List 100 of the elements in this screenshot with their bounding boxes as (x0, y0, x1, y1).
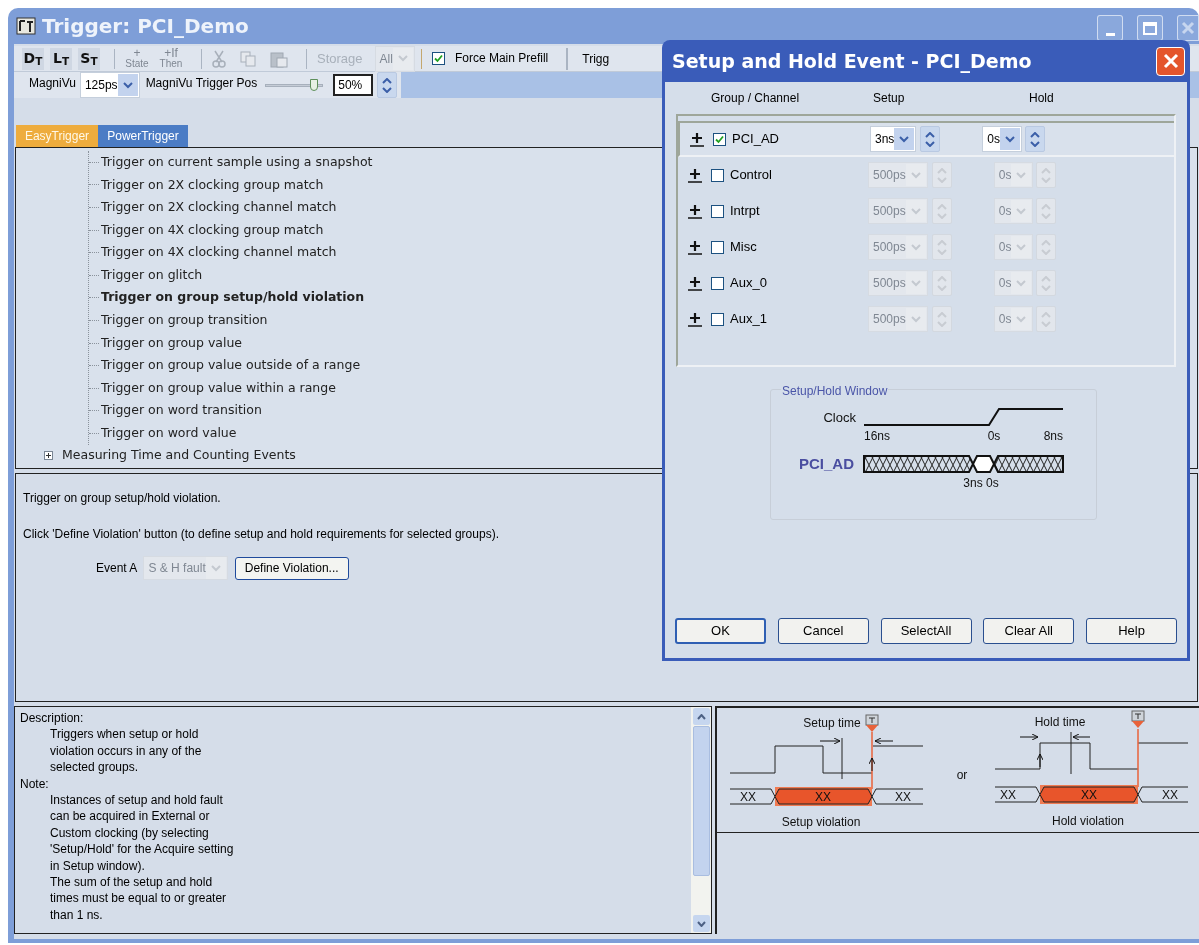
copy-icon[interactable] (240, 50, 256, 67)
chevron-down-icon (1016, 207, 1027, 215)
expand-icon[interactable] (688, 167, 702, 183)
tree-item[interactable]: Trigger on group transition (101, 311, 268, 330)
bus-value-label: XX (740, 790, 756, 804)
help-heading: Note: (20, 775, 50, 793)
time-label: 8ns (1043, 429, 1063, 443)
chevron-down-icon (1016, 279, 1027, 287)
tree-item[interactable]: Trigger on word value (101, 424, 237, 443)
chevron-down-icon (1005, 135, 1016, 143)
scrollbar[interactable] (691, 707, 711, 933)
channel-row[interactable]: Aux_0 500ps 0s (678, 265, 1174, 301)
chevron-down-icon (397, 55, 408, 62)
channel-name: Aux_0 (730, 274, 768, 293)
help-paragraph: The sum of the setup and hold times must be equal to or greater than 1 ns. (49, 874, 228, 924)
help-paragraph: Triggers when setup or hold violation occurs in any of the selected groups. (49, 726, 203, 776)
tree-item[interactable]: Trigger on group value (101, 333, 243, 353)
close-icon[interactable] (1181, 21, 1195, 35)
scroll-down-button[interactable] (692, 915, 710, 932)
trigger-marker-icon (1131, 710, 1145, 728)
trigger-button[interactable]: D$_{T}$ (22, 47, 44, 70)
scroll-up-button[interactable] (692, 708, 710, 725)
scroll-thumb[interactable] (692, 726, 710, 876)
spin-button[interactable] (1025, 126, 1046, 152)
tree-item[interactable]: Trigger on 4X clocking group match (101, 220, 324, 240)
expand-icon[interactable] (688, 203, 702, 219)
dialog-button[interactable]: OK (675, 618, 766, 644)
hold-dropdown[interactable]: 0s (982, 126, 1023, 152)
checkbox[interactable] (711, 204, 724, 218)
checkbox[interactable] (711, 168, 724, 182)
magnivu-dropdown[interactable]: 125ps (79, 72, 140, 98)
chevron-down-icon (1016, 315, 1027, 323)
cut-icon[interactable] (212, 49, 226, 68)
paste-icon[interactable] (270, 49, 288, 68)
checkbox[interactable] (713, 132, 726, 146)
window-title: Trigger: PCI_Demo (42, 13, 249, 40)
summary-text: Trigger on group setup/hold violation. (23, 490, 222, 507)
chevron-down-icon (899, 135, 910, 143)
setup-dropdown[interactable]: 3ns (870, 126, 917, 152)
dialog-button[interactable]: SelectAll (880, 618, 972, 644)
channel-row[interactable]: PCI_AD 3ns 0s (678, 121, 1174, 157)
expand-icon[interactable] (688, 239, 702, 255)
trigger-button[interactable]: S$_{T}$ (78, 47, 100, 70)
chevron-down-icon (122, 81, 133, 89)
setup-violation-caption: Setup violation (781, 815, 861, 829)
bus-value-label: XX (1081, 788, 1097, 802)
bus-value-label: XX (1000, 788, 1016, 802)
tree-item[interactable]: Trigger on 4X clocking channel match (101, 243, 337, 263)
spin-button[interactable] (920, 126, 941, 152)
bus-label: PCI_AD (799, 455, 854, 472)
expand-icon[interactable] (688, 275, 702, 291)
define-violation-button[interactable]: Define Violation... (234, 556, 349, 580)
chevron-down-icon (1016, 171, 1027, 179)
channel-name: Misc (730, 238, 758, 257)
trigger-pos-label: MagniVu Trigger Pos (145, 75, 258, 92)
spin-button[interactable] (377, 72, 398, 98)
setup-time-label: Setup time (803, 716, 861, 730)
close-button[interactable] (1156, 46, 1185, 76)
tree-item[interactable]: Measuring Time and Counting Events (62, 446, 296, 466)
channel-row[interactable]: Misc 500ps 0s (678, 229, 1174, 265)
checkbox[interactable] (431, 52, 445, 65)
tree-item[interactable]: Trigger on glitch (101, 265, 203, 285)
checkbox[interactable] (711, 276, 724, 290)
dialog-button[interactable]: Help (1086, 618, 1177, 644)
maximize-button[interactable] (1137, 15, 1163, 41)
channel-row[interactable]: Aux_1 500ps 0s (678, 301, 1174, 337)
channel-name: Intrpt (730, 202, 761, 221)
chevron-down-icon (910, 243, 921, 251)
hold-time-label: Hold time (1034, 715, 1086, 729)
tree-item[interactable]: Trigger on word transition (101, 401, 262, 421)
slider-thumb[interactable] (309, 78, 318, 91)
bus-value-label: XX (815, 790, 831, 804)
tree-item[interactable]: Trigger on group value within a range (101, 378, 336, 398)
minimize-button[interactable] (1097, 15, 1123, 41)
time-label: 16ns (864, 429, 891, 443)
tree-item[interactable]: Trigger on 2X clocking channel match (101, 198, 337, 217)
checkbox-label: Force Main Prefill (454, 50, 549, 67)
checkbox[interactable] (711, 240, 724, 254)
tree-item[interactable]: Trigger on 2X clocking group match (101, 175, 324, 195)
channel-row[interactable]: Control 500ps 0s (678, 157, 1174, 193)
expand-icon[interactable] (44, 451, 53, 461)
tree-item[interactable]: Trigger on current sample using a snapshot (101, 152, 373, 172)
tree-item[interactable]: Trigger on group value outside of a range (101, 356, 361, 375)
clock-label: Clock (823, 410, 856, 425)
channel-name: Control (730, 166, 773, 185)
checkbox[interactable] (711, 312, 724, 326)
expand-icon[interactable] (688, 311, 702, 327)
tab[interactable]: PowerTrigger (98, 125, 188, 147)
dialog-button[interactable]: Clear All (983, 618, 1075, 644)
channel-row[interactable]: Intrpt 500ps 0s (678, 193, 1174, 229)
time-label: 3ns 0s (963, 476, 999, 490)
dialog-title: Setup and Hold Event - PCI_Demo (672, 48, 1033, 75)
tree-item[interactable]: Trigger on group setup/hold violation (101, 288, 365, 308)
channel-name: Aux_1 (730, 310, 768, 329)
dialog-button[interactable]: Cancel (777, 618, 869, 644)
column-header: Setup (873, 90, 906, 107)
trigger-button[interactable]: L$_{T}$ (50, 47, 72, 70)
expand-icon[interactable] (690, 131, 704, 147)
percent-field[interactable]: 50% (333, 74, 374, 96)
help-paragraph: Instances of setup and hold fault can be acquired in External or Custom clocking (by selecting 'Setup/Hold' for the Acquire setting in Setup window). (49, 792, 235, 875)
